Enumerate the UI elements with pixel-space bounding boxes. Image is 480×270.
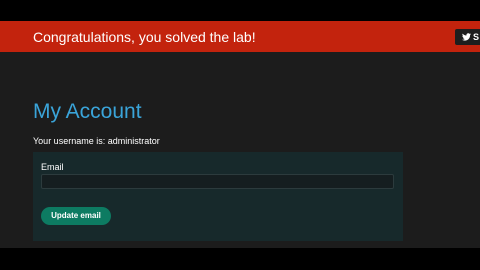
- update-email-button[interactable]: Update email: [41, 207, 111, 225]
- success-banner: Congratulations, you solved the lab! S: [0, 21, 480, 52]
- page: Congratulations, you solved the lab! S M…: [0, 21, 480, 248]
- username-text: Your username is: administrator: [33, 136, 160, 146]
- twitter-bird-icon: [462, 33, 471, 41]
- share-label: S: [473, 32, 480, 42]
- banner-message: Congratulations, you solved the lab!: [33, 29, 256, 45]
- viewport: Congratulations, you solved the lab! S M…: [0, 0, 480, 270]
- email-label: Email: [41, 162, 64, 172]
- email-input[interactable]: [41, 174, 394, 189]
- share-button[interactable]: S: [455, 29, 480, 45]
- page-title: My Account: [33, 100, 142, 123]
- change-email-form: Email Update email: [33, 152, 403, 241]
